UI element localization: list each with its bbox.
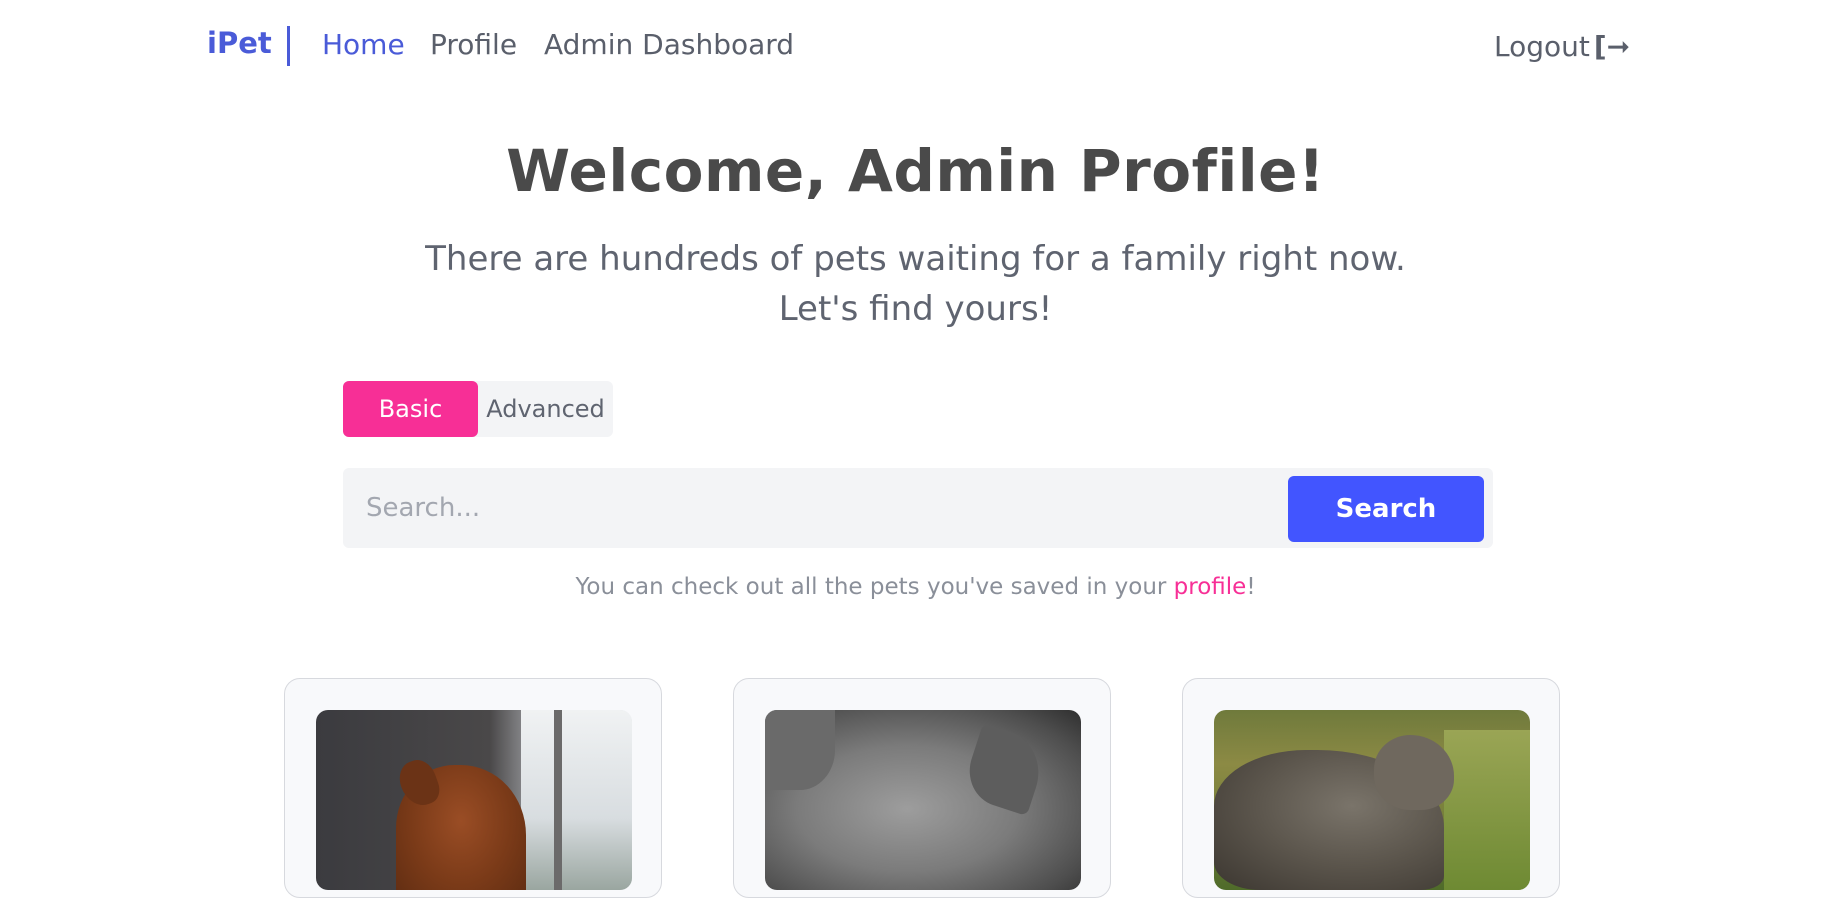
page-title: Welcome, Admin Profile! (506, 137, 1325, 205)
nav-link-admin-dashboard[interactable]: Admin Dashboard (544, 28, 794, 61)
tab-advanced[interactable]: Advanced (478, 381, 613, 437)
logout-button[interactable]: Logout [➞ (1494, 30, 1630, 63)
dog-photo (316, 710, 632, 890)
search-mode-tabs: Basic Advanced (343, 381, 613, 437)
subtitle-line-1: There are hundreds of pets waiting for a… (425, 239, 1406, 279)
nav-divider (287, 26, 290, 66)
search-bar: Search (343, 468, 1493, 548)
top-nav: iPet Home Profile Admin Dashboard Logout… (0, 0, 1831, 95)
subtitle-line-2: Let's find yours! (778, 289, 1053, 329)
hint-prefix: You can check out all the pets you've sa… (575, 574, 1174, 600)
search-button[interactable]: Search (1288, 476, 1484, 542)
saved-pets-hint: You can check out all the pets you've sa… (0, 574, 1831, 600)
nav-link-profile[interactable]: Profile (430, 28, 517, 61)
brand-logo[interactable]: iPet (207, 26, 272, 60)
search-input[interactable] (343, 468, 1283, 548)
pet-card[interactable] (284, 678, 662, 898)
logout-icon: [➞ (1593, 30, 1631, 63)
tab-basic[interactable]: Basic (343, 381, 478, 437)
hint-suffix: ! (1246, 574, 1256, 600)
logout-label: Logout (1494, 30, 1590, 63)
profile-link[interactable]: profile (1174, 574, 1247, 600)
pet-card[interactable] (1182, 678, 1560, 898)
cat-photo (1214, 710, 1530, 890)
cat-photo (765, 710, 1081, 890)
pet-card[interactable] (733, 678, 1111, 898)
nav-link-home[interactable]: Home (322, 28, 405, 61)
